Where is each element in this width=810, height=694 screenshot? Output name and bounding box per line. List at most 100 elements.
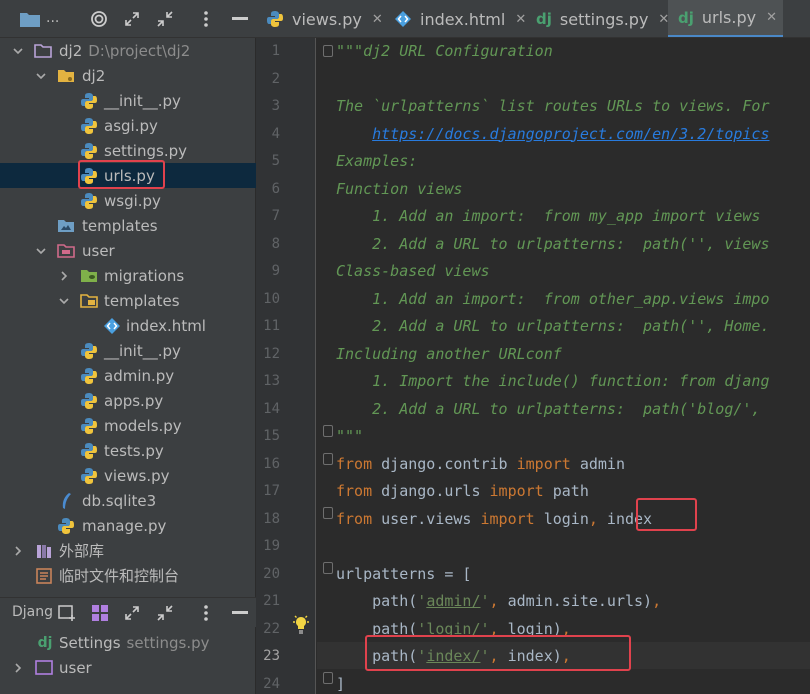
close-icon[interactable]: ✕ [372, 12, 383, 27]
lightbulb-icon[interactable] [292, 614, 310, 641]
project-panel: ... dj2 D:\project\dj2 dj2 __init__.py a… [0, 0, 256, 694]
python-file-icon [80, 142, 98, 160]
panel-title[interactable]: Djang [12, 604, 53, 620]
code-line-url[interactable]: https://docs.djangoproject.com/en/3.2/to… [336, 121, 769, 148]
chevron-down-icon[interactable] [58, 295, 70, 307]
tree-item-label: admin.py [104, 366, 175, 385]
tree-item-file[interactable]: index.html [0, 313, 256, 338]
chevron-right-icon[interactable] [12, 545, 24, 557]
target-icon[interactable] [88, 8, 110, 30]
minimize-icon[interactable] [229, 8, 251, 30]
line-number: 11 [263, 318, 280, 334]
chevron-down-icon[interactable] [12, 45, 24, 57]
tree-item-folder[interactable]: templates [0, 288, 256, 313]
line-number-gutter: 1 2 3 4 5 6 7 8 9 10 11 12 13 14 15 16 1… [256, 38, 316, 694]
fold-marker[interactable] [323, 562, 333, 574]
tab-settings[interactable]: dj settings.py ✕ [526, 0, 669, 37]
python-file-icon [80, 392, 98, 410]
tab-views[interactable]: views.py ✕ [256, 0, 384, 37]
tree-item-file[interactable]: wsgi.py [0, 188, 256, 213]
more-icon[interactable] [195, 602, 217, 624]
line-number: 3 [271, 98, 280, 114]
fold-marker[interactable] [323, 45, 333, 57]
line-number: 14 [263, 400, 280, 417]
line-number: 9 [271, 263, 280, 279]
tree-item-folder[interactable]: migrations [0, 263, 256, 288]
tree-item-file[interactable]: apps.py [0, 388, 256, 413]
code-editor[interactable]: """dj2 URL Configuration The `urlpattern… [317, 38, 810, 694]
close-icon[interactable]: ✕ [766, 10, 777, 25]
django-item-hint: settings.py [126, 633, 210, 652]
app-folder-icon [35, 659, 53, 677]
tree-item-file[interactable]: tests.py [0, 438, 256, 463]
django-item-user[interactable]: user [0, 655, 256, 680]
fold-marker[interactable] [323, 425, 333, 437]
templates-folder-icon [57, 217, 75, 235]
tree-item-external-libraries[interactable]: 外部库 [0, 538, 256, 563]
collapse-icon[interactable] [154, 8, 176, 30]
close-icon[interactable]: ✕ [515, 12, 526, 27]
code-line: 1. Add an import: from my_app import vie… [336, 207, 761, 225]
line-number: 22 [263, 620, 280, 637]
tree-item-user[interactable]: user [0, 238, 256, 263]
templates-folder-icon [80, 292, 98, 310]
code-line: 1. Add an import: from other_app.views i… [336, 289, 770, 308]
tree-item-label: wsgi.py [104, 191, 161, 210]
tree-item-scratches[interactable]: 临时文件和控制台 [0, 563, 256, 588]
tree-item-label: models.py [104, 416, 182, 435]
collapse-icon[interactable] [154, 602, 176, 624]
line-number: 6 [271, 180, 280, 197]
line-number: 12 [263, 345, 280, 362]
panel-title[interactable]: ... [46, 10, 59, 26]
tree-item-dj2-package[interactable]: dj2 [0, 63, 256, 88]
code-line: Including another URLconf [336, 344, 562, 363]
python-file-icon [80, 192, 98, 210]
expand-icon[interactable] [121, 602, 143, 624]
django-item-settings[interactable]: dj Settings settings.py [0, 630, 256, 655]
chevron-down-icon[interactable] [35, 245, 47, 257]
code-line: The `urlpatterns` list routes URLs to vi… [336, 97, 770, 115]
project-path: D:\project\dj2 [88, 41, 191, 60]
tree-item-urls-selected[interactable]: urls.py [0, 160, 256, 189]
code-line: """ [336, 427, 364, 445]
tab-urls[interactable]: dj urls.py ✕ [668, 0, 783, 37]
chevron-right-icon[interactable] [58, 270, 70, 282]
more-icon[interactable] [195, 8, 217, 30]
tree-item-folder[interactable]: templates [0, 213, 256, 238]
folder-icon[interactable] [18, 8, 42, 30]
tab-label: settings.py [559, 9, 649, 29]
tree-item-file[interactable]: db.sqlite3 [0, 488, 256, 513]
fold-marker[interactable] [323, 507, 333, 519]
django-icon: dj [678, 8, 694, 27]
line-number: 2 [271, 70, 280, 87]
tree-item-file[interactable]: __init__.py [0, 88, 256, 113]
code-line: from django.urls import path [336, 482, 589, 500]
fold-marker[interactable] [323, 672, 333, 684]
tab-index-html[interactable]: index.html ✕ [384, 0, 526, 37]
tree-item-label: manage.py [82, 516, 167, 535]
tree-item-dj2-root[interactable]: dj2 D:\project\dj2 [0, 38, 256, 63]
minimize-icon[interactable] [229, 602, 251, 624]
tree-item-file[interactable]: manage.py [0, 513, 256, 538]
code-line: 2. Add a URL to urlpatterns: path('', Ho… [336, 317, 770, 335]
expand-icon[interactable] [121, 8, 143, 30]
add-icon[interactable] [56, 602, 78, 624]
line-number: 1 [271, 43, 280, 59]
python-file-icon [80, 417, 98, 435]
chevron-down-icon[interactable] [35, 70, 47, 82]
tree-item-label: 外部库 [59, 542, 105, 560]
database-icon [57, 492, 75, 510]
line-number: 20 [263, 565, 280, 582]
fold-marker[interactable] [323, 453, 333, 465]
tree-item-file[interactable]: models.py [0, 413, 256, 438]
structure-icon[interactable] [89, 602, 111, 624]
line-number: 8 [271, 235, 280, 252]
tree-item-file[interactable]: views.py [0, 463, 256, 488]
tab-label: urls.py [701, 8, 757, 27]
tree-item-file[interactable]: __init__.py [0, 338, 256, 363]
tree-item-label: user [82, 241, 115, 260]
tree-item-file[interactable]: asgi.py [0, 113, 256, 138]
django-item-label: Settings [59, 633, 121, 652]
tree-item-file[interactable]: admin.py [0, 363, 256, 388]
chevron-right-icon[interactable] [12, 662, 24, 674]
